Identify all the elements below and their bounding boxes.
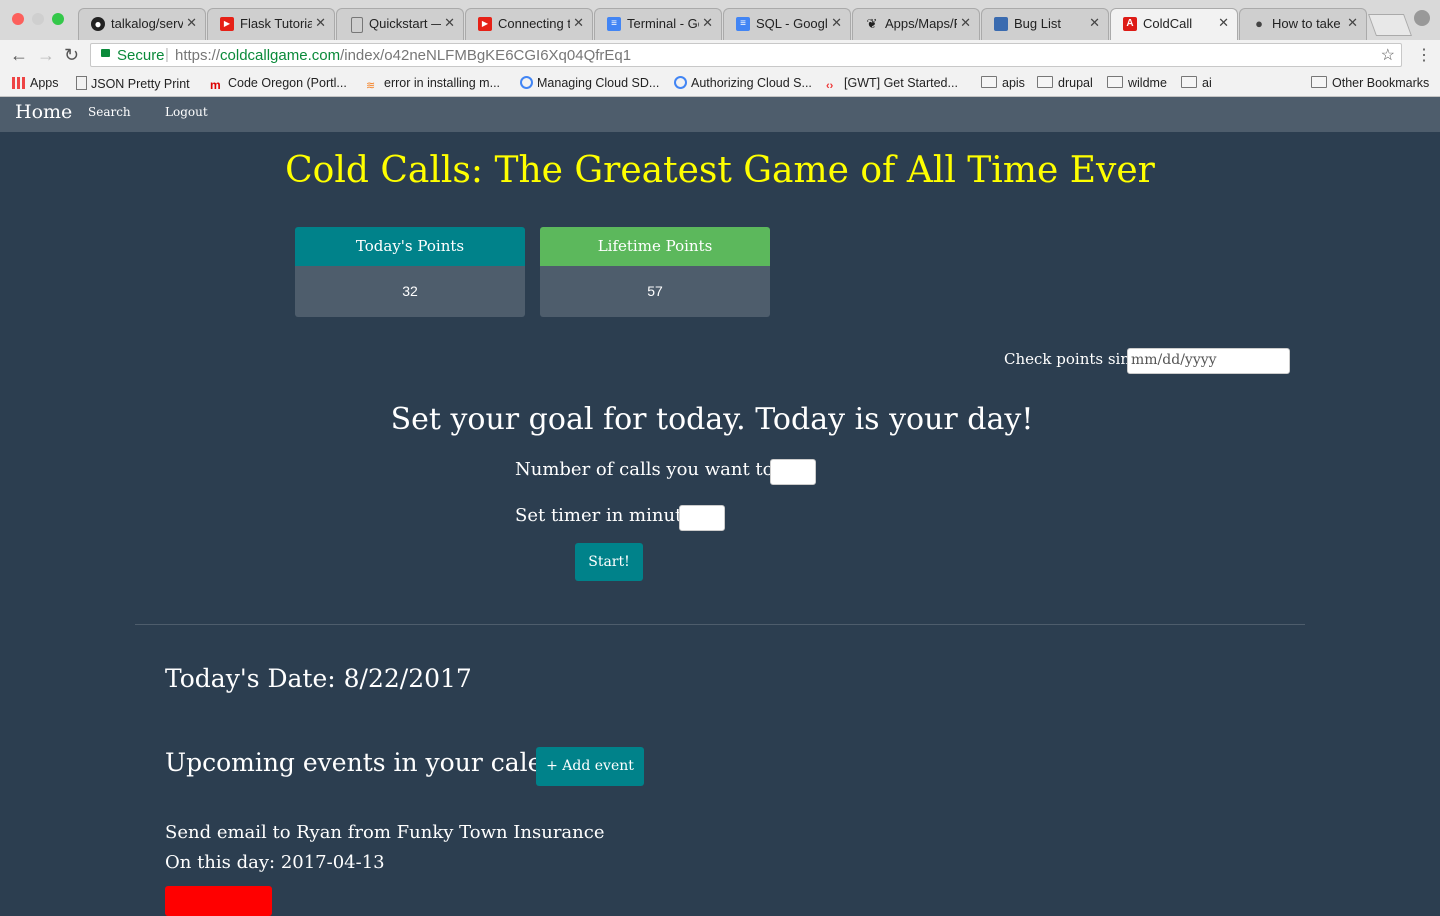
browser-tab-active[interactable]: A ColdCall ✕ xyxy=(1110,8,1238,40)
bookmark-authorizing-cloud[interactable]: Authorizing Cloud S... xyxy=(674,76,812,90)
stackoverflow-icon: ≋ xyxy=(366,80,376,92)
todays-points-panel: Today's Points 32 xyxy=(295,227,525,317)
close-tab-icon[interactable]: ✕ xyxy=(1218,15,1229,31)
address-separator: | xyxy=(165,46,169,63)
calls-label: Number of calls you want to do: xyxy=(515,459,808,480)
document-icon xyxy=(351,17,363,33)
todays-points-label: Today's Points xyxy=(295,227,525,266)
bookmark-gwt[interactable]: ‹› [GWT] Get Started... xyxy=(826,76,958,92)
bugzilla-icon xyxy=(994,17,1008,31)
bookmark-star-icon[interactable]: ☆ xyxy=(1381,45,1395,65)
browser-tab-strip: ● talkalog/serv ✕ ▶ Flask Tutorial ✕ Qui… xyxy=(0,0,1440,40)
start-button[interactable]: Start! xyxy=(575,543,643,581)
folder-icon xyxy=(1181,76,1197,88)
browser-tab[interactable]: ❦ Apps/Maps/R ✕ xyxy=(852,8,980,40)
gnome-icon: ❦ xyxy=(866,16,878,31)
angular-icon: A xyxy=(1123,17,1137,31)
page-icon xyxy=(76,76,87,90)
bookmark-json-pretty-print[interactable]: JSON Pretty Print xyxy=(76,76,190,91)
profile-icon[interactable] xyxy=(1414,10,1430,26)
lock-icon xyxy=(101,49,110,57)
page-title: Cold Calls: The Greatest Game of All Tim… xyxy=(285,150,1155,191)
lifetime-points-label: Lifetime Points xyxy=(540,227,770,266)
zoom-window-button[interactable] xyxy=(52,13,64,25)
gwt-icon: ‹› xyxy=(826,80,834,92)
browser-tab[interactable]: ▶ Flask Tutorial ✕ xyxy=(207,8,335,40)
lifetime-points-panel: Lifetime Points 57 xyxy=(540,227,770,317)
browser-tab[interactable]: Bug List ✕ xyxy=(981,8,1109,40)
calls-input[interactable] xyxy=(770,459,816,485)
todays-points-value: 32 xyxy=(295,266,525,317)
lifetime-points-value: 57 xyxy=(540,266,770,317)
bookmark-apps[interactable]: Apps xyxy=(12,76,59,90)
reload-icon[interactable]: ↻ xyxy=(64,45,79,65)
close-window-button[interactable] xyxy=(12,13,24,25)
close-tab-icon[interactable]: ✕ xyxy=(315,15,326,31)
browser-tab[interactable]: ● How to take a ✕ xyxy=(1239,8,1367,40)
browser-tab[interactable]: Quickstart — ✕ xyxy=(336,8,464,40)
close-tab-icon[interactable]: ✕ xyxy=(831,15,842,31)
event-title: Send email to Ryan from Funky Town Insur… xyxy=(165,822,605,843)
google-docs-icon: ≡ xyxy=(607,17,621,31)
folder-icon xyxy=(981,76,997,88)
bookmark-folder-wildme[interactable]: wildme xyxy=(1107,76,1167,90)
github-icon: ● xyxy=(91,17,105,31)
bookmark-folder-ai[interactable]: ai xyxy=(1181,76,1212,90)
new-tab-button[interactable] xyxy=(1367,14,1413,36)
event-date: On this day: 2017-04-13 xyxy=(165,852,385,873)
close-tab-icon[interactable]: ✕ xyxy=(1089,15,1100,31)
section-divider xyxy=(135,624,1305,625)
google-docs-icon: ≡ xyxy=(736,17,750,31)
bookmark-code-oregon[interactable]: m Code Oregon (Portl... xyxy=(210,76,347,92)
check-points-date-input[interactable]: mm/dd/yyyy xyxy=(1127,348,1290,374)
app-navbar: Home Search Logout xyxy=(0,97,1440,132)
folder-icon xyxy=(1311,76,1327,88)
secure-label: Secure xyxy=(117,47,165,64)
folder-icon xyxy=(1107,76,1123,88)
address-bar[interactable]: Secure | https://coldcallgame.com/index/… xyxy=(90,43,1402,67)
close-tab-icon[interactable]: ✕ xyxy=(444,15,455,31)
nav-home-link[interactable]: Home xyxy=(15,101,72,123)
todays-date: Today's Date: 8/22/2017 xyxy=(165,664,472,693)
bookmark-managing-cloud-sdk[interactable]: Managing Cloud SD... xyxy=(520,76,659,90)
nav-logout-link[interactable]: Logout xyxy=(165,105,208,119)
close-tab-icon[interactable]: ✕ xyxy=(186,15,197,31)
close-tab-icon[interactable]: ✕ xyxy=(573,15,584,31)
browser-toolbar: ← → ↻ Secure | https://coldcallgame.com/… xyxy=(0,40,1440,70)
folder-icon xyxy=(1037,76,1053,88)
browser-tab[interactable]: ● talkalog/serv ✕ xyxy=(78,8,206,40)
add-event-button[interactable]: + Add event xyxy=(536,747,644,786)
close-tab-icon[interactable]: ✕ xyxy=(960,15,971,31)
youtube-icon: ▶ xyxy=(220,17,234,31)
url-text: https://coldcallgame.com/index/o42neNLFM… xyxy=(175,47,632,64)
goal-heading: Set your goal for today. Today is your d… xyxy=(390,402,1034,437)
close-tab-icon[interactable]: ✕ xyxy=(702,15,713,31)
bookmarks-bar: Apps JSON Pretty Print m Code Oregon (Por… xyxy=(0,70,1440,97)
browser-tab[interactable]: ▶ Connecting t ✕ xyxy=(465,8,593,40)
google-cloud-icon xyxy=(674,76,687,89)
apps-grid-icon xyxy=(12,77,26,89)
apple-icon: ● xyxy=(1255,16,1263,31)
youtube-icon: ▶ xyxy=(478,17,492,31)
bookmark-folder-drupal[interactable]: drupal xyxy=(1037,76,1093,90)
other-bookmarks[interactable]: Other Bookmarks xyxy=(1311,76,1429,90)
m-logo-icon: m xyxy=(210,78,221,92)
timer-input[interactable] xyxy=(679,505,725,531)
google-cloud-icon xyxy=(520,76,533,89)
back-arrow-icon[interactable]: ← xyxy=(10,45,28,65)
bookmark-folder-apis[interactable]: apis xyxy=(981,76,1025,90)
browser-tab[interactable]: ≡ Terminal - Go ✕ xyxy=(594,8,722,40)
bookmark-stackoverflow[interactable]: ≋ error in installing m... xyxy=(366,76,500,92)
forward-arrow-icon[interactable]: → xyxy=(37,45,55,65)
delete-event-button[interactable] xyxy=(165,886,272,916)
browser-tab[interactable]: ≡ SQL - Google ✕ xyxy=(723,8,851,40)
close-tab-icon[interactable]: ✕ xyxy=(1347,15,1358,31)
nav-search-link[interactable]: Search xyxy=(88,105,131,119)
menu-dots-icon[interactable]: ⋮ xyxy=(1416,45,1432,65)
minimize-window-button[interactable] xyxy=(32,13,44,25)
